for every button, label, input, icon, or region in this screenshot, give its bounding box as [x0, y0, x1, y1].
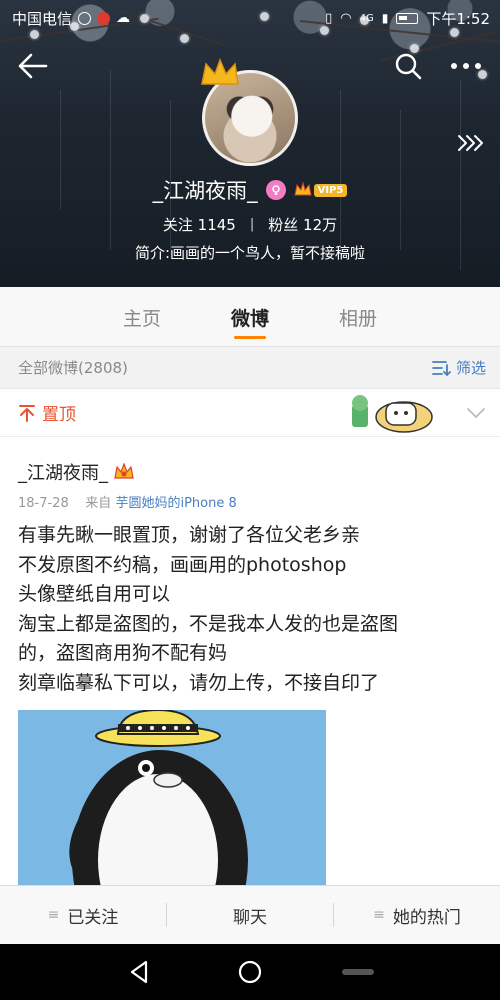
more-button[interactable]: [448, 50, 484, 82]
post-text: 有事先瞅一眼置顶，谢谢了各位父老乡亲 不发原图不约稿，画画用的photoshop…: [18, 521, 488, 698]
filter-label: 筛选: [455, 359, 486, 377]
menu-lines-icon: ≡: [47, 907, 60, 923]
post-source[interactable]: 芋圆她妈的iPhone 8: [115, 496, 236, 511]
her-hot-label: 她的热门: [392, 907, 461, 928]
followed-button[interactable]: ≡ 已关注: [0, 886, 166, 944]
status-bar: 中国电信 ☁ ▯ ◠ 4G ▮ 下午1:52: [0, 0, 500, 36]
triple-chevron-right-icon: [458, 135, 483, 151]
feed-count-label: 全部微博(2808): [18, 359, 128, 377]
pinned-label: 置顶: [42, 405, 76, 425]
profile-stats: 关注 1145 | 粉丝 12万: [0, 212, 500, 236]
post-date: 18-7-28: [18, 496, 69, 511]
clock: 下午1:52: [426, 9, 490, 28]
vip-crown-icon: [114, 463, 134, 479]
pin-top-icon: [19, 404, 35, 422]
post-line: 刻章临摹私下可以，请勿上传，不接自印了: [18, 671, 380, 694]
wifi-icon: ◠: [340, 10, 352, 26]
profile-tabs: 主页 微博 相册: [0, 287, 500, 347]
battery-icon: [396, 12, 419, 24]
post-author-row: _江湖夜雨_: [18, 459, 134, 485]
nav-back-triangle-icon[interactable]: [126, 958, 154, 986]
more-dots-icon: [451, 63, 481, 69]
followers-label: 粉丝: [268, 215, 299, 234]
chat-label: 聊天: [233, 907, 267, 928]
post-line: 头像壁纸自用可以: [18, 583, 171, 605]
post-line: 有事先瞅一眼置顶，谢谢了各位父老乡亲: [18, 524, 361, 546]
post-line: 淘宝上都是盗图的，不是我本人发的也是盗图: [18, 612, 399, 635]
expand-cover-button[interactable]: [456, 130, 486, 156]
post-image[interactable]: [18, 710, 326, 885]
weibo-post[interactable]: _江湖夜雨_ 18-7-28 来自 芋圆她妈的iPhone 8 有事先瞅一眼置顶…: [0, 437, 500, 885]
post-author-name[interactable]: _江湖夜雨_: [18, 459, 108, 485]
vip-badge[interactable]: VIP5: [294, 182, 348, 198]
carrier-label: 中国电信: [12, 9, 73, 28]
vibrate-icon: ▯: [325, 10, 333, 26]
search-button[interactable]: [392, 50, 424, 82]
weibo-icon: [97, 11, 111, 25]
crown-icon: [201, 57, 239, 85]
female-badge-icon: [265, 180, 286, 200]
pinned-post-bar[interactable]: 置顶: [0, 389, 500, 437]
system-navigation-bar: [0, 944, 500, 1000]
penguin-illustration: [18, 710, 326, 885]
tab-home[interactable]: 主页: [88, 287, 196, 346]
post-line: 的，盗图商用狗不配有妈: [18, 642, 228, 664]
profile-name: _江湖夜雨_: [152, 179, 258, 203]
profile-action-bar: ≡ 已关注 聊天 ≡ 她的热门: [0, 885, 500, 944]
followed-label: 已关注: [67, 907, 119, 928]
followers-stat[interactable]: 粉丝 12万: [268, 214, 337, 235]
feed-header: 全部微博(2808) 筛选: [0, 347, 500, 389]
stats-separator: |: [249, 216, 255, 232]
post-source-prefix: 来自: [85, 496, 112, 511]
her-hot-button[interactable]: ≡ 她的热门: [334, 886, 500, 944]
avatar-container[interactable]: [198, 56, 302, 166]
notification-icon: [78, 11, 92, 25]
cloud-icon: ☁: [116, 10, 131, 26]
menu-lines-icon: ≡: [373, 907, 385, 923]
signal-icon: ▮: [381, 11, 389, 25]
post-meta: 18-7-28 来自 芋圆她妈的iPhone 8: [18, 492, 237, 511]
followers-count: 12万: [303, 215, 338, 234]
filter-icon: [432, 360, 451, 376]
back-arrow-icon: [18, 53, 48, 79]
following-count: 1145: [197, 215, 236, 234]
filter-button[interactable]: 筛选: [432, 357, 486, 378]
profile-bio: 简介:画画的一个鸟人，暂不接稿啦: [134, 244, 366, 262]
tab-album[interactable]: 相册: [304, 287, 412, 346]
following-stat[interactable]: 关注 1145: [163, 214, 236, 235]
search-icon: [395, 53, 422, 80]
network-label: 4G: [359, 12, 374, 24]
profile-cover: 中国电信 ☁ ▯ ◠ 4G ▮ 下午1:52 _江湖夜雨_ VIP5 关注 11…: [0, 0, 500, 287]
nav-home-circle-icon[interactable]: [236, 958, 264, 986]
chat-button[interactable]: 聊天: [167, 886, 333, 944]
profile-name-row: _江湖夜雨_ VIP5: [0, 174, 500, 206]
vip-crown-icon: [294, 182, 312, 196]
tab-weibo[interactable]: 微博: [196, 287, 304, 346]
vip-level: VIP5: [313, 183, 348, 197]
back-button[interactable]: [16, 50, 50, 82]
post-line: 不发原图不约稿，画画用的photoshop: [18, 553, 347, 576]
nav-recent-apps-icon[interactable]: [340, 958, 376, 986]
pinned-indicator: 置顶: [18, 400, 76, 425]
following-label: 关注: [162, 215, 193, 234]
sticker-decoration-icon: [352, 395, 433, 433]
chevron-down-icon[interactable]: [466, 403, 486, 423]
